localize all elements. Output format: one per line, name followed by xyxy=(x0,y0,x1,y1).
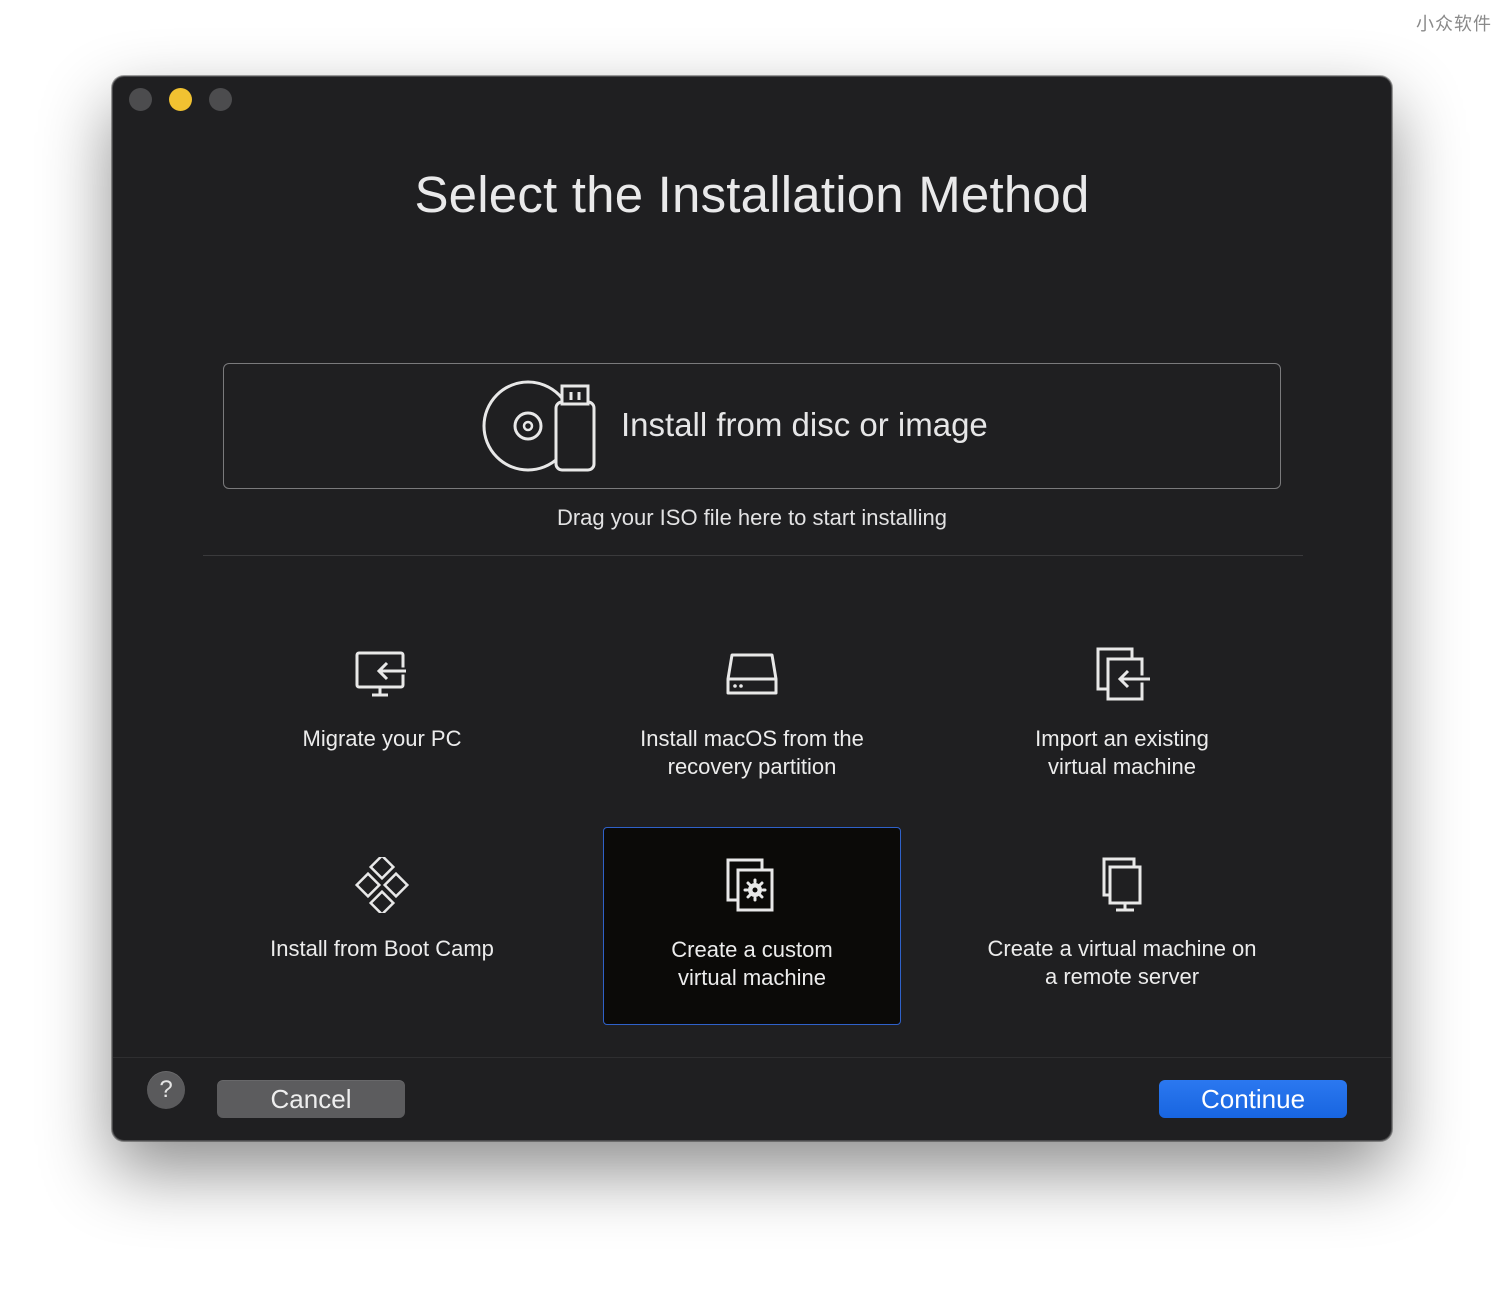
option-migrate-pc[interactable]: Migrate your PC xyxy=(233,617,531,815)
remote-server-icon xyxy=(1102,857,1142,912)
vm-import-icon xyxy=(1096,647,1150,701)
option-boot-camp-label: Install from Boot Camp xyxy=(270,936,494,961)
monitor-import-icon xyxy=(355,651,406,697)
option-remote-server-vm[interactable]: Create a virtual machine on a remote serv… xyxy=(973,827,1271,1025)
option-create-custom-vm[interactable]: Create a custom virtual machine xyxy=(603,827,901,1025)
bootcamp-diamond-icon xyxy=(354,857,410,913)
close-window-button[interactable] xyxy=(129,88,152,111)
page-title: Select the Installation Method xyxy=(414,166,1090,223)
minimize-window-button[interactable] xyxy=(169,88,192,111)
option-import-vm[interactable]: Import an existing virtual machine xyxy=(973,617,1271,815)
install-from-disc-label: Install from disc or image xyxy=(621,406,988,443)
install-from-disc-dropzone[interactable]: Install from disc or image xyxy=(223,363,1281,489)
option-migrate-pc-label: Migrate your PC xyxy=(302,726,462,751)
hard-drive-icon xyxy=(726,653,778,695)
option-install-macos-recovery-label: Install macOS from the recovery partition xyxy=(640,726,864,779)
vm-gear-icon xyxy=(726,858,774,912)
watermark-text: 小众软件 xyxy=(1416,14,1492,35)
cancel-button[interactable]: Cancel xyxy=(217,1080,405,1118)
installer-window: Select the Installation Method Install f… xyxy=(112,76,1392,1141)
help-button[interactable]: ? xyxy=(147,1071,185,1109)
window-controls xyxy=(129,88,232,111)
continue-button[interactable]: Continue xyxy=(1159,1080,1347,1118)
drag-iso-hint: Drag your ISO file here to start install… xyxy=(556,505,948,530)
footer-divider xyxy=(113,1057,1391,1058)
disc-usb-icon xyxy=(482,380,596,472)
option-boot-camp[interactable]: Install from Boot Camp xyxy=(233,827,531,1025)
option-remote-server-vm-label: Create a virtual machine on a remote serv… xyxy=(987,936,1257,989)
option-import-vm-label: Import an existing virtual machine xyxy=(1035,726,1209,779)
zoom-window-button[interactable] xyxy=(209,88,232,111)
option-create-custom-vm-label: Create a custom virtual machine xyxy=(671,937,833,990)
option-install-macos-recovery[interactable]: Install macOS from the recovery partition xyxy=(603,617,901,815)
section-divider xyxy=(203,555,1303,556)
